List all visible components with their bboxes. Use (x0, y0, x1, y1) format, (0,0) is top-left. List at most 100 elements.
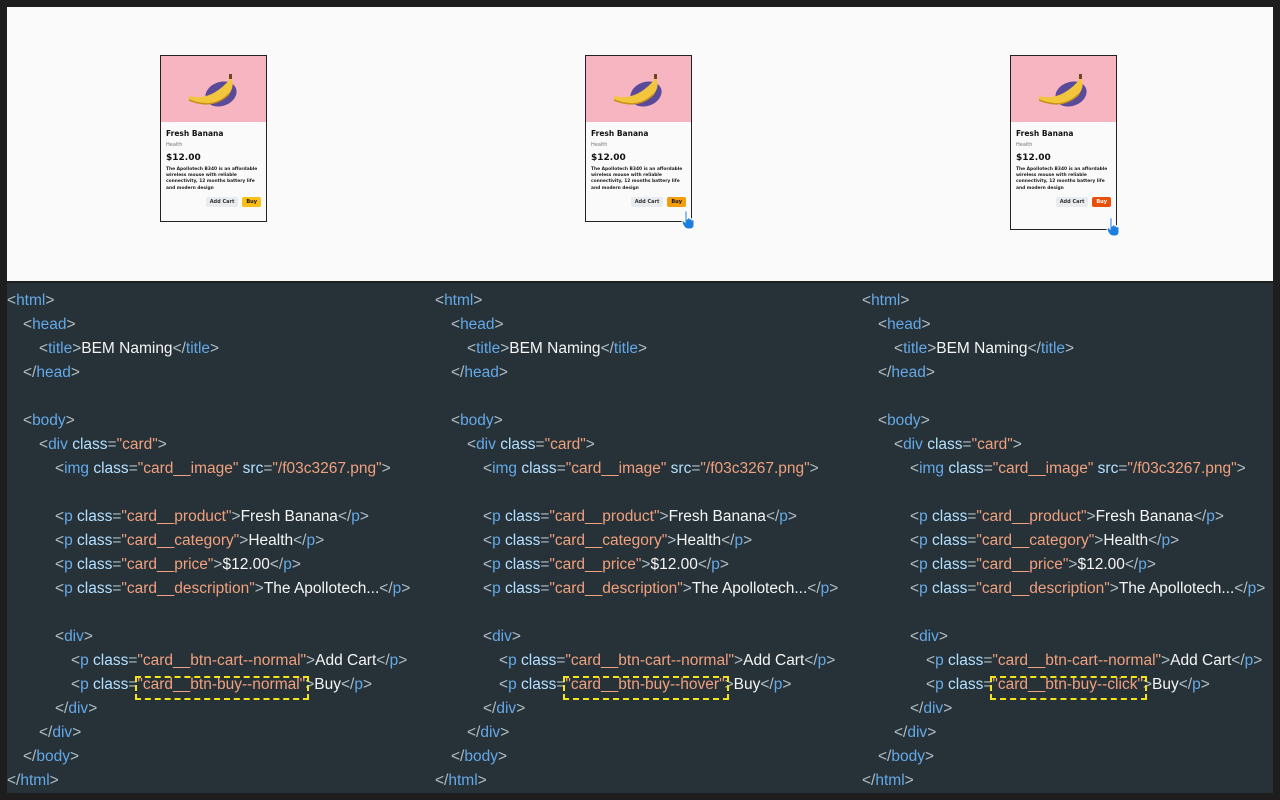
code-line: <p class="card__product">Fresh Banana</p… (483, 505, 797, 529)
code-token: p (354, 676, 363, 693)
card-description: The Apollotech B340 is an affordable wir… (166, 167, 258, 191)
product-card-hover: Fresh Banana Health $12.00 The Apollotec… (585, 55, 692, 222)
card-category: Health (1016, 142, 1033, 148)
code-token: </ (1124, 556, 1139, 573)
code-token: Fresh Banana (240, 508, 338, 525)
code-token: p (80, 652, 93, 669)
code-token: </ (293, 532, 307, 549)
code-token: html (444, 292, 474, 309)
code-token: class (521, 676, 557, 693)
code-token: "card__btn-cart--normal" (137, 652, 307, 669)
code-line: <img class="card__image" src="/f03c3267.… (483, 457, 819, 481)
hand-cursor-icon (681, 210, 697, 235)
code-token: body (460, 412, 494, 429)
code-token: > (585, 436, 595, 453)
code-token: > (157, 436, 167, 453)
code-token: > (638, 340, 648, 357)
code-token: </ (39, 724, 53, 741)
code-token: > (498, 364, 508, 381)
code-token: </ (483, 700, 497, 717)
code-token: "card__description" (976, 580, 1110, 597)
code-line: <head> (878, 313, 931, 337)
code-token: < (910, 556, 920, 573)
code-token: div (923, 700, 944, 717)
code-token: < (483, 508, 493, 525)
code-token: < (483, 628, 493, 645)
code-token: = (556, 460, 566, 477)
code-line: <html> (435, 289, 482, 313)
code-token: "card__category" (976, 532, 1095, 549)
code-token: > (210, 340, 220, 357)
code-token: < (55, 628, 65, 645)
code-token: body (32, 412, 66, 429)
code-token: < (23, 412, 33, 429)
code-token: html (16, 292, 46, 309)
code-token: head (460, 316, 495, 333)
code-token: < (926, 676, 936, 693)
card-description: The Apollotech B340 is an affordable wir… (591, 167, 683, 191)
code-token: Buy (733, 676, 761, 693)
code-line: <div class="card"> (467, 433, 595, 457)
banana-image (161, 56, 266, 122)
code-token: </ (340, 676, 355, 693)
code-token: div (496, 700, 517, 717)
code-line: <head> (451, 313, 504, 337)
code-token: > (667, 532, 677, 549)
code-line: <p class="card__btn-cart--normal">Add Ca… (926, 649, 1262, 673)
code-token: </ (878, 748, 892, 765)
code-token: </ (1192, 508, 1207, 525)
code-token: "card__description" (549, 580, 683, 597)
code-token: "card__price" (549, 556, 642, 573)
code-token: > (904, 772, 914, 789)
code-token: class (77, 508, 113, 525)
code-token: > (493, 412, 503, 429)
code-token: > (497, 748, 508, 765)
buy-button[interactable]: Buy (667, 196, 686, 207)
code-line: </body> (878, 745, 934, 769)
buy-class-value: "card__btn-buy--hover" (563, 676, 729, 700)
card-category: Health (591, 142, 608, 148)
code-line: </body> (451, 745, 507, 769)
code-token: > (401, 580, 411, 597)
code-token: class (948, 652, 984, 669)
code-token: = (962, 436, 972, 453)
add-cart-button[interactable]: Add Cart (630, 196, 664, 207)
code-token: p (779, 508, 788, 525)
code-token: p (492, 508, 505, 525)
code-token: head (32, 316, 67, 333)
code-token: class (505, 508, 541, 525)
code-token: div (903, 436, 928, 453)
add-cart-button[interactable]: Add Cart (205, 196, 239, 207)
code-token: > (659, 508, 669, 525)
code-token: p (1247, 580, 1257, 597)
code-token: p (64, 532, 77, 549)
code-token: > (719, 556, 729, 573)
code-token: > (66, 316, 76, 333)
add-cart-button[interactable]: Add Cart (1055, 196, 1089, 207)
code-token: div (476, 436, 501, 453)
code-token: </ (760, 676, 774, 693)
code-token: p (919, 580, 932, 597)
code-token: > (787, 508, 797, 525)
code-token: p (492, 580, 505, 597)
buy-class-value: "card__btn-buy--click" (990, 676, 1147, 700)
buy-button[interactable]: Buy (242, 196, 261, 207)
code-token: < (467, 340, 477, 357)
code-line: <body> (23, 409, 75, 433)
code-token: class (77, 556, 113, 573)
code-token: title (185, 340, 211, 357)
code-line: <img class="card__image" src="/f03c3267.… (55, 457, 391, 481)
code-token: > (306, 652, 316, 669)
code-line: </div> (483, 697, 525, 721)
code-token: < (483, 532, 493, 549)
code-line: <img class="card__image" src="/f03c3267.… (910, 457, 1246, 481)
code-line: <body> (451, 409, 503, 433)
code-token: < (71, 676, 81, 693)
code-token: > (743, 532, 753, 549)
buy-class-value: "card__btn-buy--normal" (135, 676, 310, 700)
code-token: > (65, 412, 75, 429)
buy-button[interactable]: Buy (1092, 196, 1111, 207)
code-token: "/f03c3267.png" (700, 460, 810, 477)
code-line: <div> (483, 625, 521, 649)
code-token: Health (676, 532, 722, 549)
